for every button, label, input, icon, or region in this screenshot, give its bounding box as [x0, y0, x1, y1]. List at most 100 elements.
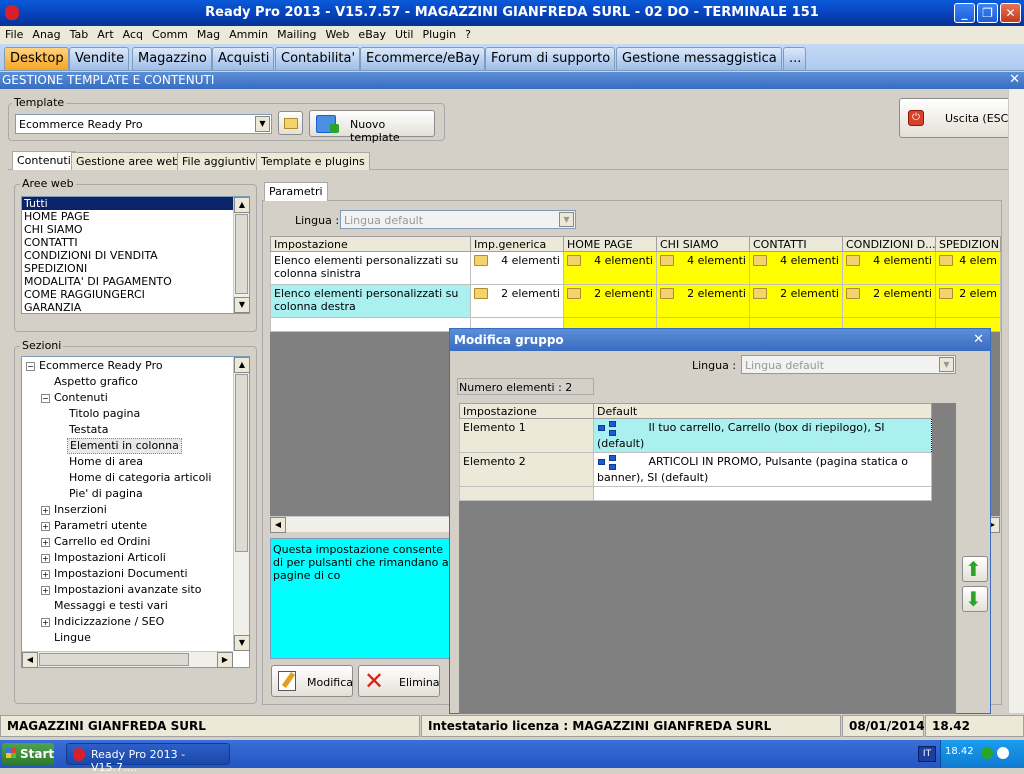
taskbar-app-button[interactable]: Ready Pro 2013 - V15.7....	[66, 743, 230, 774]
tree-item[interactable]: + Carrello ed Ordini	[41, 534, 150, 550]
tree-item[interactable]: Aspetto grafico	[54, 374, 138, 390]
scroll-thumb[interactable]	[39, 653, 189, 666]
menu-anag[interactable]: Anag	[27, 26, 64, 41]
sezioni-hscrollbar[interactable]: ◀ ▶	[22, 651, 233, 668]
table-row[interactable]: Elenco elementi personalizzati su colonn…	[270, 251, 1001, 285]
tree-expander[interactable]: +	[41, 585, 50, 595]
tree-expander[interactable]: −	[41, 393, 50, 403]
tab-messaggistica[interactable]: Gestione messaggistica	[616, 47, 782, 70]
tree-item[interactable]: + Impostazioni Articoli	[41, 550, 166, 566]
list-item[interactable]: CONDIZIONI DI VENDITA	[22, 249, 249, 262]
list-item[interactable]: CHI SIAMO	[22, 223, 249, 236]
template-select[interactable]: Ecommerce Ready Pro ▼	[15, 114, 272, 134]
tree-expander[interactable]: +	[41, 505, 50, 515]
tree-expander[interactable]: +	[41, 537, 50, 547]
col-contatti[interactable]: CONTATTI	[749, 236, 843, 252]
col-spedizioni[interactable]: SPEDIZIONI	[935, 236, 1001, 252]
menu-art[interactable]: Art	[92, 26, 117, 41]
col-chi-siamo[interactable]: CHI SIAMO	[656, 236, 750, 252]
menu-util[interactable]: Util	[390, 26, 417, 41]
tab-acquisti[interactable]: Acquisti	[212, 47, 275, 70]
scroll-left-icon[interactable]: ◀	[270, 517, 286, 533]
scroll-thumb[interactable]	[235, 374, 248, 552]
tree-item[interactable]: Lingue	[54, 630, 91, 646]
menu-file[interactable]: File	[0, 26, 27, 41]
table-cell[interactable]: 4 elementi	[656, 251, 750, 285]
scroll-up-icon[interactable]: ▲	[234, 357, 250, 373]
menu-mag[interactable]: Mag	[192, 26, 224, 41]
col-imp-generica[interactable]: Imp.generica	[470, 236, 564, 252]
tree-item[interactable]: Home di categoria articoli	[69, 470, 211, 486]
scroll-up-icon[interactable]: ▲	[234, 197, 250, 213]
section-close-icon[interactable]: ✕	[1009, 72, 1020, 87]
sezioni-tree[interactable]: − Ecommerce Ready Pro Aspetto grafico − Co…	[21, 356, 250, 668]
menu-web[interactable]: Web	[320, 26, 353, 41]
list-item[interactable]: CONTATTI	[22, 236, 249, 249]
table-cell[interactable]: 4 elem	[935, 251, 1001, 285]
row-name[interactable]: Elenco elementi personalizzati su colonn…	[270, 284, 471, 318]
table-row[interactable]: Elemento 2 ARTICOLI IN PROMO, Pulsante (…	[459, 452, 932, 487]
aree-web-list[interactable]: Tutti HOME PAGE CHI SIAMO CONTATTI CONDI…	[21, 196, 250, 314]
table-cell[interactable]: ARTICOLI IN PROMO, Pulsante (pagina stat…	[593, 452, 932, 487]
tree-item[interactable]: + Indicizzazione / SEO	[41, 614, 164, 630]
close-button[interactable]: ✕	[1000, 3, 1021, 23]
tab-vendite[interactable]: Vendite	[69, 47, 130, 70]
tree-expander[interactable]: +	[41, 569, 50, 579]
minimize-button[interactable]: _	[954, 3, 975, 23]
list-item[interactable]: Tutti	[22, 197, 249, 210]
table-cell[interactable]: 2 elem	[935, 284, 1001, 318]
new-template-button[interactable]: Nuovo template	[309, 110, 435, 144]
table-cell[interactable]: 4 elementi	[563, 251, 657, 285]
tab-contabilita[interactable]: Contabilita'	[275, 47, 361, 70]
tree-item[interactable]: + Impostazioni avanzate sito	[41, 582, 201, 598]
table-cell[interactable]: 4 elementi	[842, 251, 936, 285]
tree-expander[interactable]: −	[26, 361, 35, 371]
row-name[interactable]: Elenco elementi personalizzati su colonn…	[270, 251, 471, 285]
tree-item[interactable]: Titolo pagina	[69, 406, 140, 422]
tree-item[interactable]: Pie' di pagina	[69, 486, 143, 502]
menu-ammin[interactable]: Ammin	[224, 26, 272, 41]
table-cell[interactable]: 2 elementi	[563, 284, 657, 318]
aree-scrollbar[interactable]: ▲ ▼	[233, 197, 250, 313]
language-indicator[interactable]: IT	[918, 746, 936, 762]
list-item[interactable]: GARANZIA	[22, 301, 249, 314]
tree-item[interactable]: − Ecommerce Ready Pro	[26, 358, 163, 374]
scroll-thumb[interactable]	[235, 214, 248, 294]
tree-item[interactable]: + Parametri utente	[41, 518, 147, 534]
menu-ebay[interactable]: eBay	[353, 26, 390, 41]
table-cell[interactable]: 4 elementi	[749, 251, 843, 285]
table-row[interactable]: Elenco elementi personalizzati su colonn…	[270, 284, 1001, 318]
tree-item[interactable]: Messaggi e testi vari	[54, 598, 168, 614]
tree-item[interactable]: − Contenuti	[41, 390, 108, 406]
menu-comm[interactable]: Comm	[147, 26, 192, 41]
tree-expander[interactable]: +	[41, 553, 50, 563]
table-cell[interactable]: 4 elementi	[470, 251, 564, 285]
open-folder-button[interactable]	[278, 111, 303, 135]
table-cell[interactable]: 2 elementi	[470, 284, 564, 318]
subtab-contenuti[interactable]: Contenuti	[12, 151, 76, 170]
tab-parametri[interactable]: Parametri	[264, 182, 328, 201]
table-cell[interactable]: 2 elementi	[656, 284, 750, 318]
tree-item-selected[interactable]: Elementi in colonna	[67, 438, 182, 454]
tab-desktop[interactable]: Desktop	[4, 47, 69, 70]
col-condizioni[interactable]: CONDIZIONI D...	[842, 236, 936, 252]
tree-item[interactable]: + Inserzioni	[41, 502, 107, 518]
menu-acq[interactable]: Acq	[118, 26, 147, 41]
list-item[interactable]: COME RAGGIUNGERCI	[22, 288, 249, 301]
table-cell[interactable]: Il tuo carrello, Carrello (box di riepil…	[593, 418, 932, 453]
scroll-down-icon[interactable]: ▼	[234, 635, 250, 651]
maximize-button[interactable]: ❐	[977, 3, 998, 23]
tree-item[interactable]: + Impostazioni Documenti	[41, 566, 188, 582]
tree-expander[interactable]: +	[41, 521, 50, 531]
table-cell[interactable]: 2 elementi	[842, 284, 936, 318]
move-up-button[interactable]: ⬆	[962, 556, 988, 582]
subtab-file-aggiuntivi[interactable]: File aggiuntivi	[177, 152, 264, 170]
col-impostazione[interactable]: Impostazione	[270, 236, 471, 252]
subtab-template-plugins[interactable]: Template e plugins	[256, 152, 370, 170]
dialog-close-icon[interactable]: ✕	[973, 332, 984, 347]
table-cell[interactable]: 2 elementi	[749, 284, 843, 318]
tab-magazzino[interactable]: Magazzino	[132, 47, 212, 70]
section-scrollbar[interactable]	[1008, 89, 1024, 713]
lingua-select[interactable]: Lingua default ▼	[340, 210, 576, 229]
col-home-page[interactable]: HOME PAGE	[563, 236, 657, 252]
